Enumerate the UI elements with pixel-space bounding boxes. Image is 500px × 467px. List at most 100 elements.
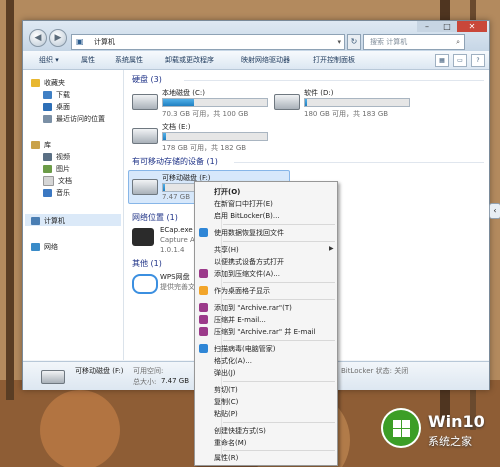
menu-separator: [223, 450, 335, 451]
menu-separator: [223, 422, 335, 423]
camera-icon: [132, 228, 154, 246]
status-total-value: 7.47 GB: [161, 377, 190, 385]
group-removable[interactable]: 有可移动存储的设备 (1): [132, 156, 218, 167]
menu-data-recovery[interactable]: 使用数据恢复找回文件: [214, 228, 284, 238]
network-item-name: ECap.exe: [160, 226, 193, 234]
submenu-arrow-icon: ▶: [329, 245, 334, 252]
nav-downloads-label: 下载: [56, 91, 70, 99]
nav-network[interactable]: 网络: [31, 242, 58, 252]
nav-pictures[interactable]: 图片: [43, 164, 70, 174]
preview-pane-icon[interactable]: ▭: [453, 54, 467, 67]
nav-documents[interactable]: 文档: [43, 176, 72, 186]
nav-network-label: 网络: [44, 243, 58, 251]
win10-logo: [381, 408, 421, 448]
logo-pane: [393, 420, 401, 428]
menu-add-to-archive[interactable]: 添加到压缩文件(A)...: [214, 269, 280, 279]
drive-e-usage-bar: [162, 132, 268, 141]
status-drive-name: 可移动磁盘 (F:): [75, 367, 124, 375]
menu-desktop-grid[interactable]: 作为桌面格子显示: [214, 286, 270, 296]
nav-favorites[interactable]: 收藏夹: [31, 78, 65, 88]
menu-share[interactable]: 共享(H): [214, 245, 239, 255]
nav-recent-label: 最近访问的位置: [56, 115, 105, 123]
context-menu: 打开(O) 在新窗口中打开(E) 启用 BitLocker(B)... 使用数据…: [194, 181, 338, 466]
uninstall-program-button[interactable]: 卸载或更改程序: [165, 51, 214, 69]
menu-rename[interactable]: 重命名(M): [214, 438, 247, 448]
nav-recent[interactable]: 最近访问的位置: [43, 114, 105, 124]
logo-pane: [393, 429, 401, 437]
other-item-name: WPS网盘: [160, 273, 190, 281]
help-icon[interactable]: ?: [471, 54, 485, 67]
winrar-icon: [199, 303, 208, 312]
winrar-icon: [199, 327, 208, 336]
menu-enable-bitlocker[interactable]: 启用 BitLocker(B)...: [214, 211, 280, 221]
menu-create-shortcut[interactable]: 创建快捷方式(S): [214, 426, 266, 436]
back-button[interactable]: ◀: [29, 29, 47, 47]
nav-videos[interactable]: 视频: [43, 152, 70, 162]
menu-open-new-window[interactable]: 在新窗口中打开(E): [214, 199, 273, 209]
video-icon: [43, 153, 52, 161]
close-button[interactable]: ✕: [457, 21, 487, 32]
chevron-left-icon[interactable]: ‹: [489, 203, 500, 219]
winrar-icon: [199, 269, 208, 278]
menu-add-archive-rar[interactable]: 添加到 "Archive.rar"(T): [214, 303, 292, 313]
status-bitlocker: BitLocker 状态: 关闭: [341, 367, 409, 375]
menu-copy[interactable]: 复制(C): [214, 397, 238, 407]
document-icon: [43, 176, 54, 186]
hard-drive-icon: [132, 94, 158, 110]
nav-desktop-label: 桌面: [56, 103, 70, 111]
hard-drive-icon: [274, 94, 300, 110]
menu-properties[interactable]: 属性(R): [214, 453, 238, 463]
forward-button[interactable]: ▶: [49, 29, 67, 47]
nav-videos-label: 视频: [56, 153, 70, 161]
menu-format[interactable]: 格式化(A)...: [214, 356, 252, 366]
recent-places-icon: [43, 115, 52, 123]
chevron-down-icon[interactable]: ▾: [337, 35, 341, 49]
menu-open-portable[interactable]: 以便携式设备方式打开: [214, 257, 284, 267]
menu-compress-email[interactable]: 压缩并 E-mail...: [214, 315, 266, 325]
group-network-locations[interactable]: 网络位置 (1): [132, 212, 178, 223]
nav-library[interactable]: 库: [31, 140, 51, 150]
nav-desktop[interactable]: 桌面: [43, 102, 70, 112]
network-icon: [31, 243, 40, 251]
refresh-button[interactable]: ↻: [347, 34, 361, 50]
address-text: 计算机: [94, 38, 115, 46]
drive-e-info: 178 GB 可用，共 182 GB: [162, 144, 247, 152]
minimize-button[interactable]: –: [417, 21, 437, 32]
logo-pane: [402, 429, 410, 437]
address-bar[interactable]: ▣ 计算机 ▾: [71, 34, 345, 50]
search-input[interactable]: 搜索 计算机 ⌕: [363, 34, 465, 50]
nav-computer-label: 计算机: [44, 217, 65, 225]
music-icon: [43, 189, 52, 197]
maximize-button[interactable]: □: [437, 21, 457, 32]
organize-button[interactable]: 组织 ▾: [39, 51, 59, 69]
open-control-panel-button[interactable]: 打开控制面板: [313, 51, 355, 69]
group-divider: [234, 162, 484, 163]
menu-scan-virus[interactable]: 扫描病毒(电脑管家): [214, 344, 275, 354]
properties-button[interactable]: 属性: [81, 51, 95, 69]
menu-eject[interactable]: 弹出(J): [214, 368, 236, 378]
menu-cut[interactable]: 剪切(T): [214, 385, 238, 395]
watermark-subtitle: 系统之家: [428, 435, 472, 448]
command-bar: 组织 ▾ 属性 系统属性 卸载或更改程序 映射网络驱动器 打开控制面板 ▦ ▭ …: [23, 51, 489, 70]
nav-music[interactable]: 音乐: [43, 188, 70, 198]
menu-paste[interactable]: 粘贴(P): [214, 409, 238, 419]
hard-drive-icon: [132, 128, 158, 144]
system-properties-button[interactable]: 系统属性: [115, 51, 143, 69]
group-hard-disks[interactable]: 硬盘 (3): [132, 74, 162, 85]
drive-e-usage-fill: [163, 133, 167, 140]
menu-compress-rar-email[interactable]: 压缩到 "Archive.rar" 并 E-mail: [214, 327, 316, 337]
view-options-icon[interactable]: ▦: [435, 54, 449, 67]
nav-downloads[interactable]: 下载: [43, 90, 70, 100]
map-network-drive-button[interactable]: 映射网络驱动器: [241, 51, 290, 69]
usb-drive-icon: [132, 179, 158, 195]
usb-drive-icon: [41, 370, 65, 384]
desktop-icon: [43, 103, 52, 111]
group-other[interactable]: 其他 (1): [132, 258, 162, 269]
nav-computer[interactable]: 计算机: [31, 216, 65, 226]
library-icon: [31, 141, 40, 149]
drive-d-usage-fill: [305, 99, 308, 106]
drive-c-name: 本地磁盘 (C:): [162, 89, 205, 97]
menu-open[interactable]: 打开(O): [214, 187, 240, 197]
drive-d-name: 软件 (D:): [304, 89, 334, 97]
navigation-pane: 收藏夹 下载 桌面 最近访问的位置 库 视频 图片 文档 音乐 计算机 网络: [23, 70, 124, 360]
